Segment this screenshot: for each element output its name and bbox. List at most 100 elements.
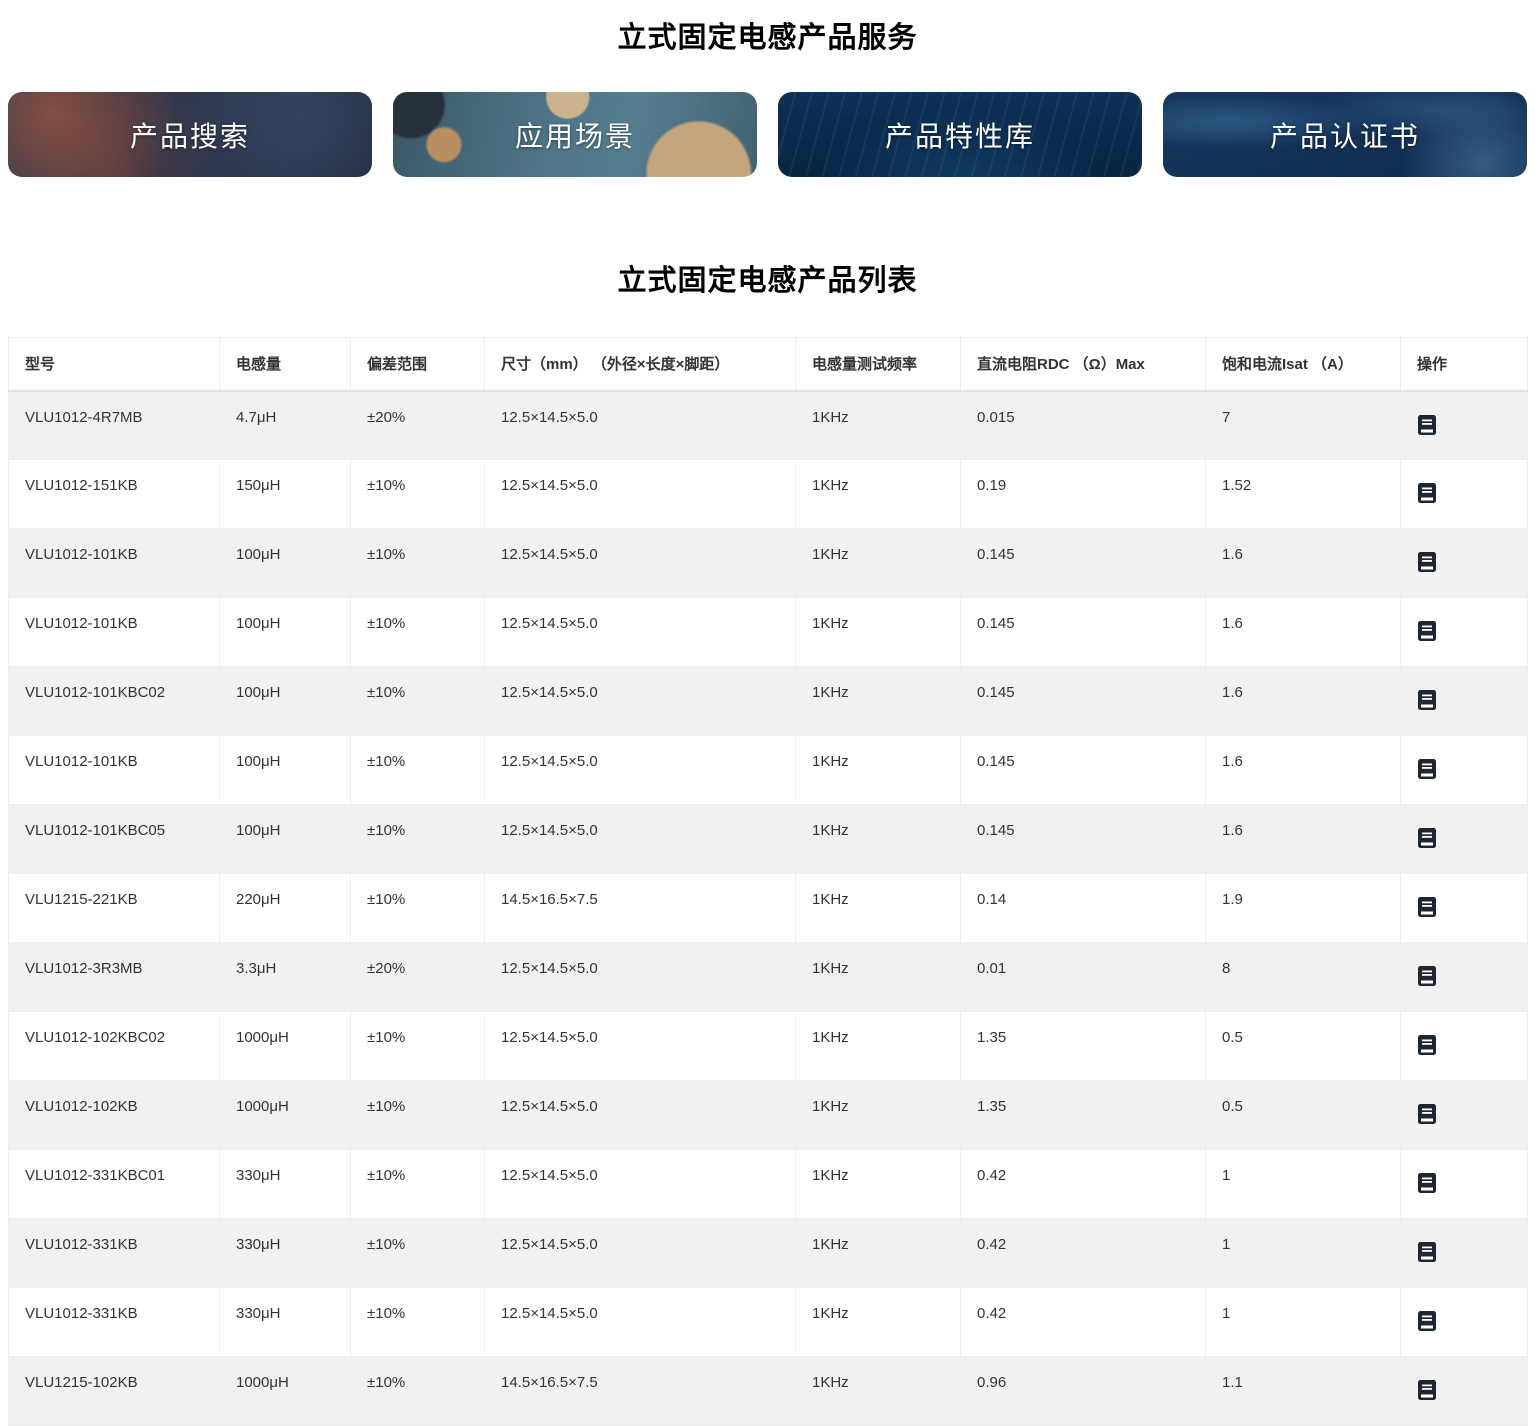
- cell-inductance: 330μH: [220, 1219, 351, 1288]
- cell-rdc: 0.19: [961, 460, 1206, 529]
- cell-inductance: 220μH: [220, 874, 351, 943]
- cell-tolerance: ±20%: [351, 391, 485, 460]
- cell-isat: 1.6: [1206, 529, 1401, 598]
- cell-model: VLU1012-101KBC02: [9, 667, 220, 736]
- book-icon: [1417, 837, 1437, 852]
- row-action-button[interactable]: [1417, 1241, 1437, 1263]
- row-action-button[interactable]: [1417, 896, 1437, 918]
- book-icon: [1417, 424, 1437, 439]
- row-action-button[interactable]: [1417, 1379, 1437, 1401]
- banner-product-search[interactable]: 产品搜索: [8, 92, 372, 177]
- cell-operation: [1401, 1357, 1528, 1426]
- cell-rdc: 1.35: [961, 1081, 1206, 1150]
- book-icon: [1417, 906, 1437, 921]
- cell-inductance: 100μH: [220, 598, 351, 667]
- column-header-test-frequency: 电感量测试频率: [796, 338, 961, 391]
- table-row: VLU1012-101KB 100μH ±10% 12.5×14.5×5.0 1…: [9, 529, 1528, 598]
- cell-size: 12.5×14.5×5.0: [485, 667, 796, 736]
- cell-size: 12.5×14.5×5.0: [485, 1150, 796, 1219]
- cell-isat: 7: [1206, 391, 1401, 460]
- cell-test-frequency: 1KHz: [796, 943, 961, 1012]
- cell-isat: 0.5: [1206, 1012, 1401, 1081]
- cell-tolerance: ±20%: [351, 943, 485, 1012]
- cell-tolerance: ±10%: [351, 1219, 485, 1288]
- cell-test-frequency: 1KHz: [796, 1012, 961, 1081]
- row-action-button[interactable]: [1417, 1034, 1437, 1056]
- book-icon: [1417, 1389, 1437, 1404]
- banner-product-certificates[interactable]: 产品认证书: [1163, 92, 1527, 177]
- cell-operation: [1401, 1012, 1528, 1081]
- cell-test-frequency: 1KHz: [796, 529, 961, 598]
- row-action-button[interactable]: [1417, 1310, 1437, 1332]
- row-action-button[interactable]: [1417, 1103, 1437, 1125]
- row-action-button[interactable]: [1417, 414, 1437, 436]
- cell-model: VLU1215-221KB: [9, 874, 220, 943]
- cell-inductance: 1000μH: [220, 1357, 351, 1426]
- cell-tolerance: ±10%: [351, 598, 485, 667]
- cell-model: VLU1012-331KB: [9, 1288, 220, 1357]
- cell-size: 12.5×14.5×5.0: [485, 598, 796, 667]
- cell-model: VLU1012-4R7MB: [9, 391, 220, 460]
- row-action-button[interactable]: [1417, 482, 1437, 504]
- cell-rdc: 0.42: [961, 1150, 1206, 1219]
- cell-size: 12.5×14.5×5.0: [485, 460, 796, 529]
- column-header-model: 型号: [9, 338, 220, 391]
- cell-size: 14.5×16.5×7.5: [485, 1357, 796, 1426]
- table-row: VLU1012-151KB 150μH ±10% 12.5×14.5×5.0 1…: [9, 460, 1528, 529]
- page-title: 立式固定电感产品服务: [0, 14, 1535, 56]
- banner-product-certificates-label: 产品认证书: [1270, 115, 1420, 155]
- cell-test-frequency: 1KHz: [796, 1150, 961, 1219]
- cell-isat: 1.1: [1206, 1357, 1401, 1426]
- cell-rdc: 0.42: [961, 1219, 1206, 1288]
- cell-tolerance: ±10%: [351, 874, 485, 943]
- cell-model: VLU1012-331KBC01: [9, 1150, 220, 1219]
- product-list-title: 立式固定电感产品列表: [0, 257, 1535, 299]
- cell-size: 14.5×16.5×7.5: [485, 874, 796, 943]
- cell-operation: [1401, 1288, 1528, 1357]
- banner-product-characteristics[interactable]: 产品特性库: [778, 92, 1142, 177]
- cell-tolerance: ±10%: [351, 1150, 485, 1219]
- cell-operation: [1401, 874, 1528, 943]
- cell-inductance: 100μH: [220, 667, 351, 736]
- column-header-inductance: 电感量: [220, 338, 351, 391]
- banner-application-scenarios[interactable]: 应用场景: [393, 92, 757, 177]
- cell-model: VLU1012-102KB: [9, 1081, 220, 1150]
- cell-test-frequency: 1KHz: [796, 667, 961, 736]
- cell-rdc: 0.14: [961, 874, 1206, 943]
- column-header-size: 尺寸（mm） （外径×长度×脚距）: [485, 338, 796, 391]
- cell-test-frequency: 1KHz: [796, 1081, 961, 1150]
- cell-model: VLU1012-331KB: [9, 1219, 220, 1288]
- cell-operation: [1401, 529, 1528, 598]
- cell-test-frequency: 1KHz: [796, 1357, 961, 1426]
- cell-rdc: 0.015: [961, 391, 1206, 460]
- cell-operation: [1401, 1219, 1528, 1288]
- row-action-button[interactable]: [1417, 620, 1437, 642]
- row-action-button[interactable]: [1417, 689, 1437, 711]
- cell-size: 12.5×14.5×5.0: [485, 1219, 796, 1288]
- cell-model: VLU1012-151KB: [9, 460, 220, 529]
- book-icon: [1417, 1113, 1437, 1128]
- cell-size: 12.5×14.5×5.0: [485, 1081, 796, 1150]
- table-row: VLU1215-102KB 1000μH ±10% 14.5×16.5×7.5 …: [9, 1357, 1528, 1426]
- book-icon: [1417, 768, 1437, 783]
- cell-tolerance: ±10%: [351, 460, 485, 529]
- table-row: VLU1012-331KBC01 330μH ±10% 12.5×14.5×5.…: [9, 1150, 1528, 1219]
- table-row: VLU1012-101KBC05 100μH ±10% 12.5×14.5×5.…: [9, 805, 1528, 874]
- row-action-button[interactable]: [1417, 551, 1437, 573]
- row-action-button[interactable]: [1417, 827, 1437, 849]
- cell-rdc: 0.145: [961, 736, 1206, 805]
- cell-size: 12.5×14.5×5.0: [485, 1288, 796, 1357]
- cell-test-frequency: 1KHz: [796, 805, 961, 874]
- column-header-tolerance: 偏差范围: [351, 338, 485, 391]
- cell-size: 12.5×14.5×5.0: [485, 943, 796, 1012]
- cell-isat: 1.9: [1206, 874, 1401, 943]
- row-action-button[interactable]: [1417, 1172, 1437, 1194]
- cell-inductance: 330μH: [220, 1288, 351, 1357]
- book-icon: [1417, 1320, 1437, 1335]
- row-action-button[interactable]: [1417, 965, 1437, 987]
- table-row: VLU1012-331KB 330μH ±10% 12.5×14.5×5.0 1…: [9, 1288, 1528, 1357]
- row-action-button[interactable]: [1417, 758, 1437, 780]
- cell-isat: 1.6: [1206, 598, 1401, 667]
- book-icon: [1417, 1044, 1437, 1059]
- cell-model: VLU1012-3R3MB: [9, 943, 220, 1012]
